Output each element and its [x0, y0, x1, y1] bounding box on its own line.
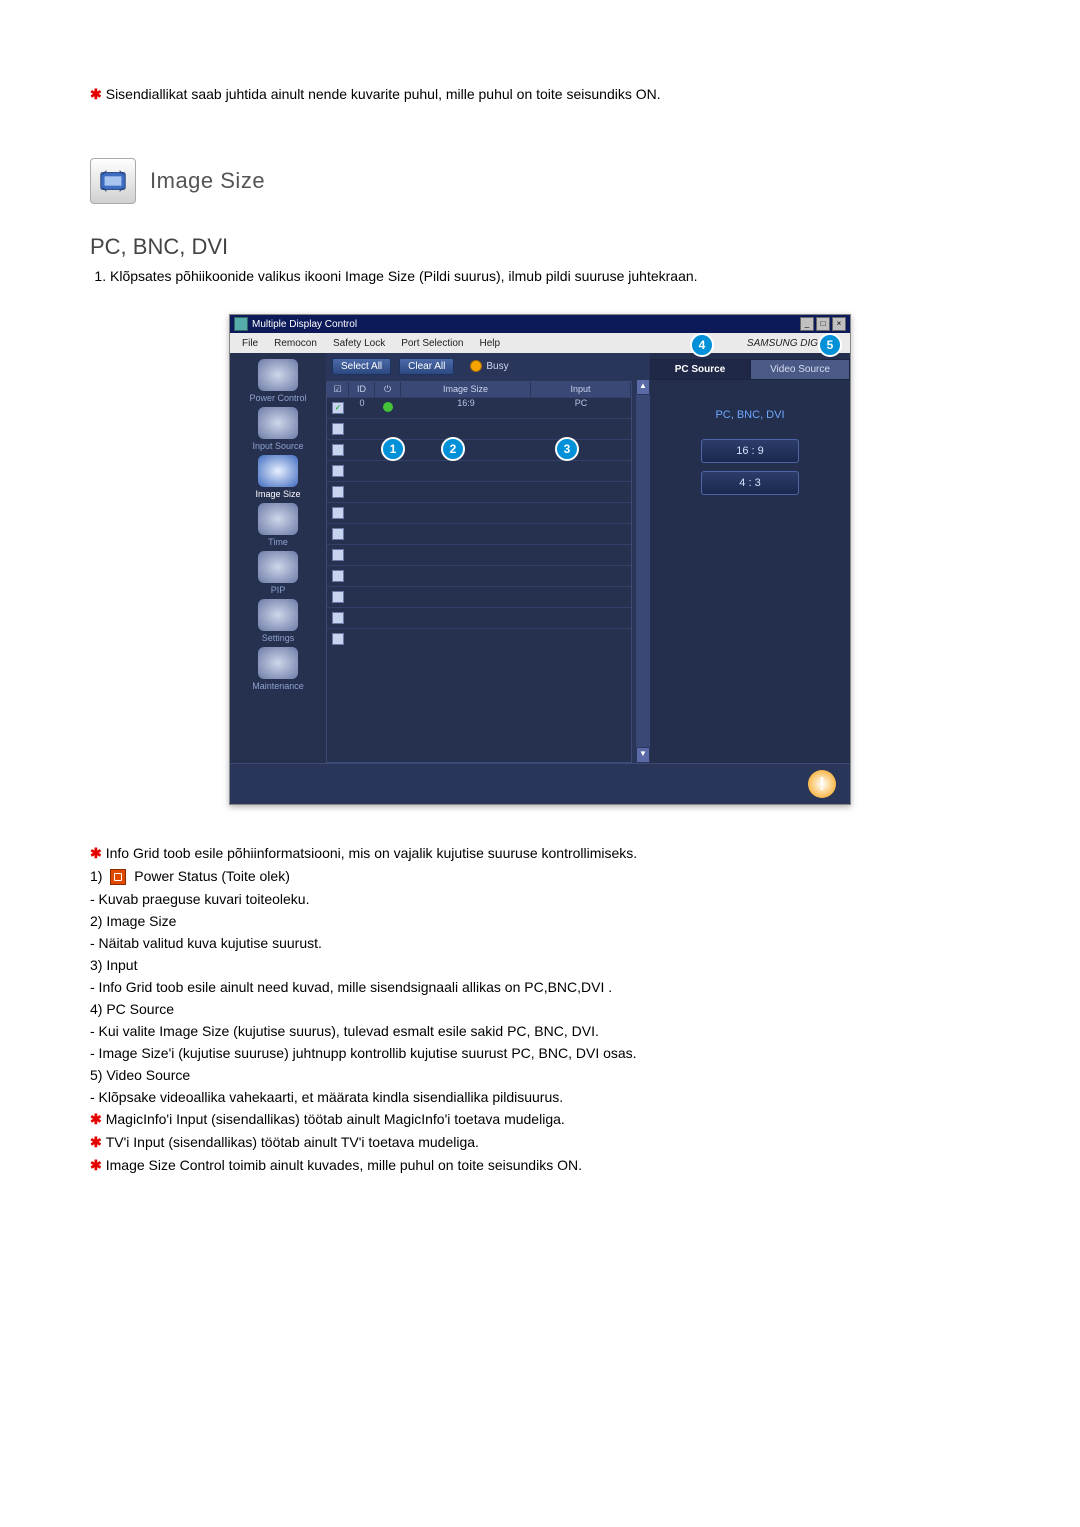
tab-video-source[interactable]: Video Source: [750, 359, 850, 380]
section-header: Image Size: [90, 158, 990, 204]
row-checkbox[interactable]: [332, 591, 344, 603]
desc-3: 3) Input: [90, 957, 990, 973]
callout-4: 4: [690, 333, 714, 357]
info-grid: ☑ ID ⏻ Image Size Input 0 16:9: [326, 381, 632, 763]
subtitle: PC, BNC, DVI: [90, 234, 990, 260]
row-checkbox[interactable]: [332, 507, 344, 519]
sidebar-item-input[interactable]: Input Source: [238, 407, 318, 451]
row-checkbox[interactable]: [332, 633, 344, 645]
clear-all-button[interactable]: Clear All: [399, 358, 454, 375]
section-title: Image Size: [150, 168, 265, 194]
alert-icon: !: [808, 770, 836, 798]
scroll-up-icon[interactable]: ▲: [636, 379, 650, 395]
sidebar-item-settings[interactable]: Settings: [238, 599, 318, 643]
col-power-icon: ⏻: [375, 382, 401, 397]
maximize-button[interactable]: □: [816, 317, 830, 331]
star-icon: ✱: [90, 1111, 102, 1127]
callout-2: 2: [441, 437, 465, 461]
busy-indicator: Busy: [470, 360, 508, 372]
col-imagesize: Image Size: [401, 382, 531, 397]
app-logo-icon: [234, 317, 248, 331]
menu-remocon[interactable]: Remocon: [274, 338, 317, 349]
intro-note: ✱Sisendiallikat saab juhtida ainult nend…: [90, 86, 990, 103]
menubar: File Remocon Safety Lock Port Selection …: [230, 333, 850, 353]
titlebar: Multiple Display Control _ □ ×: [230, 315, 850, 333]
minimize-button[interactable]: _: [800, 317, 814, 331]
note-tv: ✱TV'i Input (sisendallikas) töötab ainul…: [90, 1134, 990, 1151]
cell-id: 0: [349, 398, 375, 418]
intro-list: Klõpsates põhiikoonide valikus ikooni Im…: [90, 268, 990, 284]
sidebar-item-imagesize[interactable]: Image Size: [238, 455, 318, 499]
source-title: PC, BNC, DVI: [650, 409, 850, 421]
status-bar: !: [230, 763, 850, 804]
star-icon: ✱: [90, 86, 102, 102]
cell-input: PC: [531, 398, 631, 418]
power-status-icon: [383, 402, 393, 412]
window-title: Multiple Display Control: [252, 319, 357, 330]
desc-4: 4) PC Source: [90, 1001, 990, 1017]
row-checkbox[interactable]: [332, 444, 344, 456]
desc-3-sub: - Info Grid toob esile ainult need kuvad…: [90, 979, 990, 995]
desc-2: 2) Image Size: [90, 913, 990, 929]
scrollbar[interactable]: ▲ ▼: [636, 379, 650, 763]
sidebar-item-time[interactable]: Time: [238, 503, 318, 547]
cell-imagesize: 16:9: [401, 398, 531, 418]
desc-1: 1) Power Status (Toite olek): [90, 868, 990, 885]
col-check: ☑: [327, 382, 349, 397]
callout-3: 3: [555, 437, 579, 461]
desc-5-sub: - Klõpsake videoallika vahekaarti, et mä…: [90, 1089, 990, 1105]
row-checkbox[interactable]: [332, 528, 344, 540]
sidebar-item-pip[interactable]: PIP: [238, 551, 318, 595]
sidebar-item-power[interactable]: Power Control: [238, 359, 318, 403]
note-imagesize: ✱Image Size Control toimib ainult kuvade…: [90, 1157, 990, 1174]
table-row[interactable]: 0 16:9 PC: [327, 397, 631, 418]
list-item: Klõpsates põhiikoonide valikus ikooni Im…: [110, 268, 990, 284]
row-checkbox[interactable]: [332, 402, 344, 414]
menu-safetylock[interactable]: Safety Lock: [333, 338, 385, 349]
row-checkbox[interactable]: [332, 570, 344, 582]
ratio-4-3-button[interactable]: 4 : 3: [701, 471, 799, 495]
select-all-button[interactable]: Select All: [332, 358, 391, 375]
note-magicinfo: ✱MagicInfo'i Input (sisendallikas) tööta…: [90, 1111, 990, 1128]
desc-2-sub: - Näitab valitud kuva kujutise suurust.: [90, 935, 990, 951]
close-button[interactable]: ×: [832, 317, 846, 331]
star-icon: ✱: [90, 1134, 102, 1150]
row-checkbox[interactable]: [332, 612, 344, 624]
center-pane: Select All Clear All Busy ☑ ID ⏻ Image S…: [326, 353, 650, 763]
col-id: ID: [349, 382, 375, 397]
app-window: Multiple Display Control _ □ × File Remo…: [229, 314, 851, 805]
desc-lead: ✱Info Grid toob esile põhiinformatsiooni…: [90, 845, 990, 862]
menu-portselection[interactable]: Port Selection: [401, 338, 463, 349]
sidebar-item-maintenance[interactable]: Maintenance: [238, 647, 318, 691]
image-size-icon: [90, 158, 136, 204]
star-icon: ✱: [90, 1157, 102, 1173]
callout-5: 5: [818, 333, 842, 357]
star-icon: ✱: [90, 845, 102, 861]
tab-pc-source[interactable]: PC Source: [650, 359, 750, 380]
intro-text: Sisendiallikat saab juhtida ainult nende…: [106, 86, 661, 102]
col-input: Input: [531, 382, 631, 397]
callout-1: 1: [381, 437, 405, 461]
menu-file[interactable]: File: [242, 338, 258, 349]
busy-dot-icon: [470, 360, 482, 372]
row-checkbox[interactable]: [332, 423, 344, 435]
desc-4-sub-b: - Image Size'i (kujutise suuruse) juhtnu…: [90, 1045, 990, 1061]
scroll-down-icon[interactable]: ▼: [636, 747, 650, 763]
sidebar: Power Control Input Source Image Size Ti…: [230, 353, 326, 763]
ratio-16-9-button[interactable]: 16 : 9: [701, 439, 799, 463]
desc-5: 5) Video Source: [90, 1067, 990, 1083]
right-pane: 4 5 PC Source Video Source PC, BNC, DVI …: [650, 353, 850, 763]
row-checkbox[interactable]: [332, 465, 344, 477]
desc-4-sub-a: - Kui valite Image Size (kujutise suurus…: [90, 1023, 990, 1039]
row-checkbox[interactable]: [332, 549, 344, 561]
row-checkbox[interactable]: [332, 486, 344, 498]
desc-1-sub: - Kuvab praeguse kuvari toiteoleku.: [90, 891, 990, 907]
power-badge-icon: [110, 869, 126, 885]
menu-help[interactable]: Help: [479, 338, 500, 349]
